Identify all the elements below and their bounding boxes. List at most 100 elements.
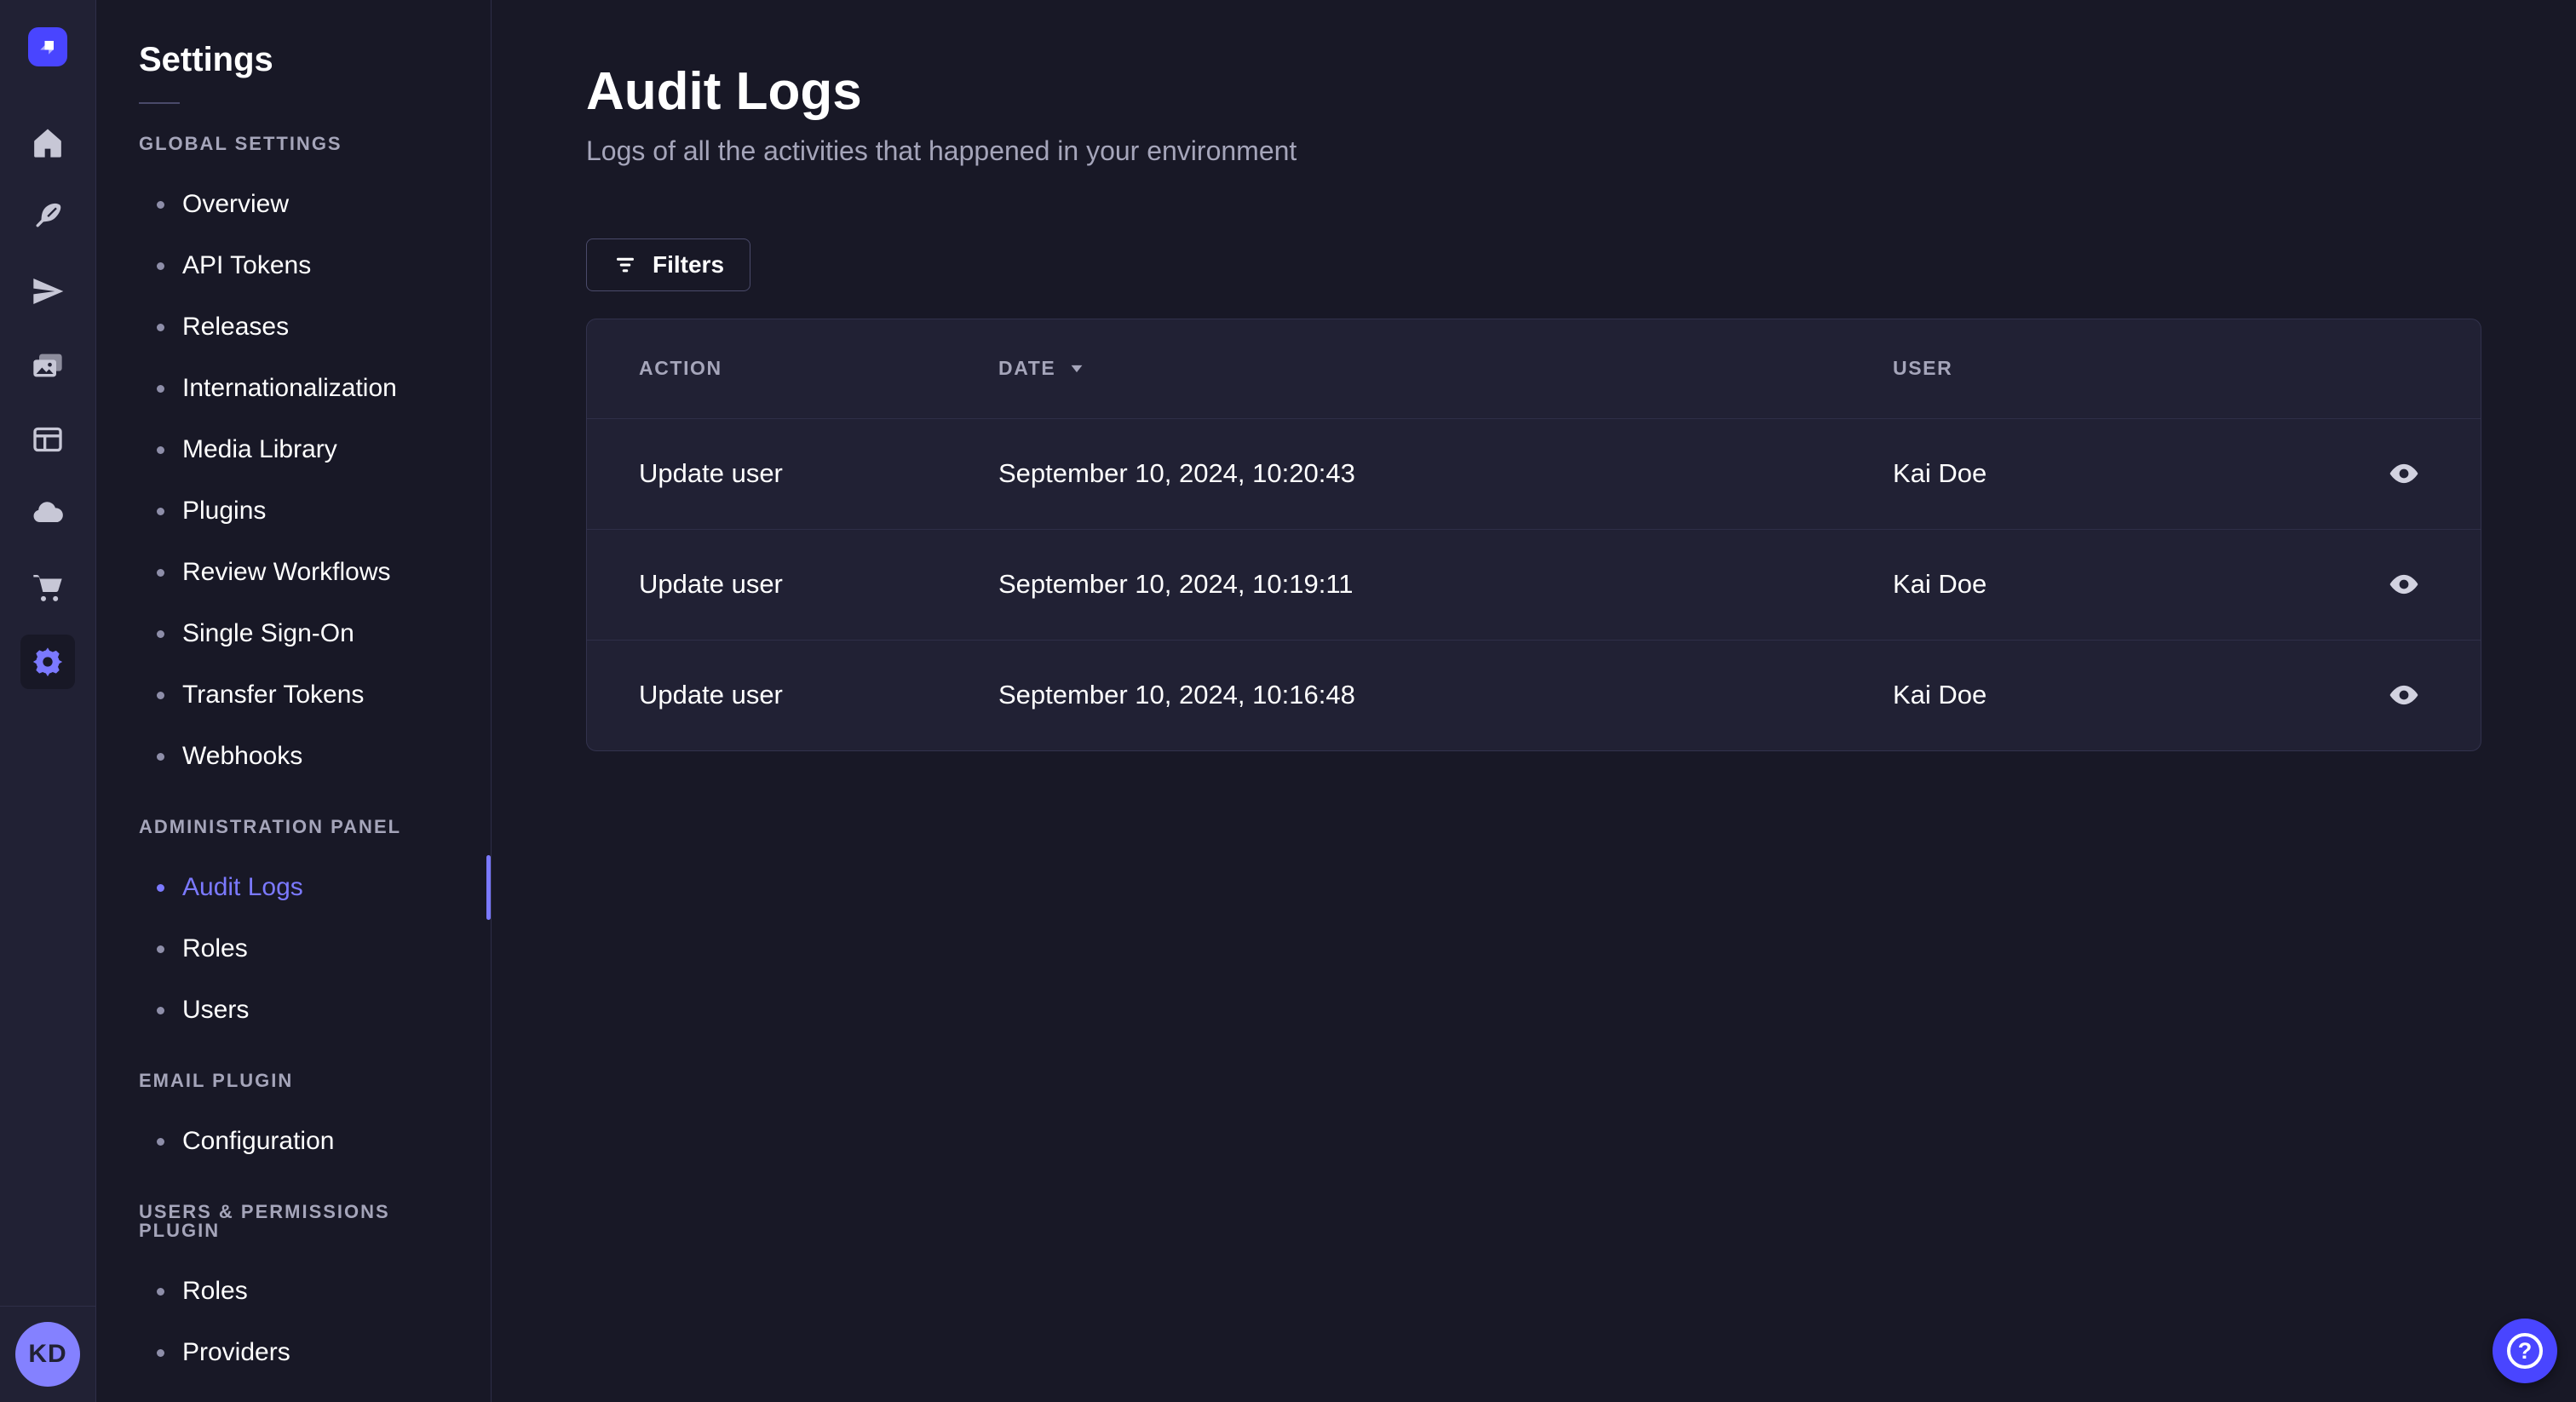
cell-action: Update user bbox=[587, 639, 998, 750]
nav-list: Roles Providers bbox=[96, 1261, 491, 1383]
bullet-icon bbox=[157, 261, 164, 270]
sidebar-item-label: Internationalization bbox=[182, 374, 397, 402]
column-header-date[interactable]: DATE bbox=[998, 319, 1893, 418]
nav-section-label-global-settings: GLOBAL SETTINGS bbox=[139, 133, 342, 154]
sidebar-item-webhooks[interactable]: Webhooks bbox=[96, 726, 491, 787]
sidebar-title-divider bbox=[139, 102, 180, 104]
sidebar-item-roles[interactable]: Roles bbox=[96, 1261, 491, 1322]
sidebar-item-internationalization[interactable]: Internationalization bbox=[96, 358, 491, 419]
sidebar-item-label: API Tokens bbox=[182, 251, 312, 279]
sidebar-item-label: Webhooks bbox=[182, 742, 303, 770]
sidebar-item-label: Releases bbox=[182, 313, 290, 341]
cell-date: September 10, 2024, 10:20:43 bbox=[998, 417, 1893, 529]
view-log-button[interactable] bbox=[2380, 450, 2428, 497]
table-row[interactable]: Update user September 10, 2024, 10:16:48 K… bbox=[587, 639, 2481, 750]
media-library-icon[interactable] bbox=[20, 338, 75, 393]
cell-actions bbox=[2327, 528, 2481, 640]
nav-section-label-users-permissions-plugin: USERS & PERMISSIONS PLUGIN bbox=[139, 1201, 390, 1241]
sidebar-item-api-tokens[interactable]: API Tokens bbox=[96, 235, 491, 296]
sidebar-item-transfer-tokens[interactable]: Transfer Tokens bbox=[96, 664, 491, 726]
column-header-user: USER bbox=[1893, 357, 1953, 380]
column-header-action: ACTION bbox=[639, 357, 722, 380]
nav-list: Overview API Tokens Releases Internationali… bbox=[96, 174, 491, 787]
cell-action: Update user bbox=[587, 528, 998, 640]
releases-icon[interactable] bbox=[20, 264, 75, 319]
cell-date: September 10, 2024, 10:19:11 bbox=[998, 528, 1893, 640]
bullet-icon bbox=[157, 568, 164, 577]
sidebar-item-label: Plugins bbox=[182, 497, 267, 525]
cell-user: Kai Doe bbox=[1893, 417, 2327, 529]
nav-section-label-email-plugin: EMAIL PLUGIN bbox=[139, 1070, 294, 1091]
sidebar-item-label: Users bbox=[182, 996, 250, 1024]
page-title: Audit Logs bbox=[586, 62, 862, 121]
sidebar-item-roles[interactable]: Roles bbox=[96, 918, 491, 980]
help-button[interactable]: ? bbox=[2493, 1319, 2557, 1383]
bullet-icon bbox=[157, 384, 164, 393]
cell-user: Kai Doe bbox=[1893, 528, 2327, 640]
table-header-row: ACTION DATE USER bbox=[587, 319, 2481, 418]
strapi-logo[interactable] bbox=[28, 27, 67, 66]
sidebar-item-configuration[interactable]: Configuration bbox=[96, 1111, 491, 1172]
content-manager-icon[interactable] bbox=[20, 190, 75, 244]
cell-action: Update user bbox=[587, 417, 998, 529]
audit-logs-table-card: ACTION DATE USER Update user September 10… bbox=[586, 319, 2481, 751]
home-icon[interactable] bbox=[20, 116, 75, 170]
sidebar-item-overview[interactable]: Overview bbox=[96, 174, 491, 235]
sidebar-item-media-library[interactable]: Media Library bbox=[96, 419, 491, 480]
sidebar-item-label: Roles bbox=[182, 934, 248, 962]
sidebar-item-single-sign-on[interactable]: Single Sign-On bbox=[96, 603, 491, 664]
user-avatar[interactable]: KD bbox=[15, 1322, 80, 1387]
filters-button[interactable]: Filters bbox=[586, 238, 751, 291]
nav-list: Audit Logs Roles Users bbox=[96, 855, 491, 1041]
main-content: Audit Logs Logs of all the activities th… bbox=[492, 0, 2576, 1402]
settings-gear-icon[interactable] bbox=[20, 635, 75, 689]
strapi-glyph-icon bbox=[40, 41, 54, 55]
view-log-button[interactable] bbox=[2380, 671, 2428, 719]
sidebar-item-providers[interactable]: Providers bbox=[96, 1322, 491, 1383]
rail-bottom: KD bbox=[0, 1306, 95, 1402]
view-log-button[interactable] bbox=[2380, 560, 2428, 608]
eye-icon bbox=[2389, 686, 2418, 705]
table-row[interactable]: Update user September 10, 2024, 10:20:43 K… bbox=[587, 417, 2481, 529]
cell-user: Kai Doe bbox=[1893, 639, 2327, 750]
eye-icon bbox=[2389, 574, 2418, 595]
marketplace-cart-icon[interactable] bbox=[20, 560, 75, 615]
sidebar-item-audit-logs[interactable]: Audit Logs bbox=[96, 855, 491, 920]
bullet-icon bbox=[157, 1287, 164, 1296]
sidebar-item-users[interactable]: Users bbox=[96, 980, 491, 1041]
sidebar-item-label: Audit Logs bbox=[182, 873, 303, 901]
sidebar-item-review-workflows[interactable]: Review Workflows bbox=[96, 542, 491, 603]
bullet-icon bbox=[157, 445, 164, 454]
bullet-icon bbox=[157, 1137, 164, 1146]
settings-sub-nav: Settings GLOBAL SETTINGS Overview API Toke… bbox=[96, 0, 492, 1402]
bullet-icon bbox=[157, 323, 164, 331]
sidebar-title: Settings bbox=[139, 41, 273, 78]
filter-icon bbox=[617, 257, 634, 273]
cell-date: September 10, 2024, 10:16:48 bbox=[998, 639, 1893, 750]
bullet-icon bbox=[157, 945, 164, 953]
sidebar-item-plugins[interactable]: Plugins bbox=[96, 480, 491, 542]
eye-icon bbox=[2389, 463, 2418, 484]
sidebar-item-label: Media Library bbox=[182, 435, 337, 463]
filters-button-label: Filters bbox=[653, 251, 725, 278]
cloud-icon[interactable] bbox=[20, 486, 75, 541]
bullet-icon bbox=[157, 883, 164, 892]
sidebar-item-label: Single Sign-On bbox=[182, 619, 354, 647]
sidebar-item-label: Providers bbox=[182, 1338, 290, 1366]
sidebar-item-label: Transfer Tokens bbox=[182, 681, 365, 709]
nav-section-label-administration-panel: ADMINISTRATION PANEL bbox=[139, 816, 402, 837]
nav-list: Configuration bbox=[96, 1111, 491, 1172]
table-row[interactable]: Update user September 10, 2024, 10:19:11 K… bbox=[587, 528, 2481, 640]
cell-actions bbox=[2327, 417, 2481, 529]
bullet-icon bbox=[157, 1006, 164, 1014]
sidebar-item-releases[interactable]: Releases bbox=[96, 296, 491, 358]
bullet-icon bbox=[157, 200, 164, 209]
bullet-icon bbox=[157, 629, 164, 638]
rail-icon-list bbox=[20, 116, 75, 689]
help-question-icon: ? bbox=[2507, 1333, 2543, 1369]
sidebar-item-label: Configuration bbox=[182, 1127, 335, 1155]
sidebar-sections: GLOBAL SETTINGS Overview API Tokens Release… bbox=[96, 135, 491, 1383]
sidebar-item-label: Roles bbox=[182, 1277, 248, 1305]
column-header-actions bbox=[2327, 319, 2481, 418]
content-type-builder-icon[interactable] bbox=[20, 412, 75, 467]
